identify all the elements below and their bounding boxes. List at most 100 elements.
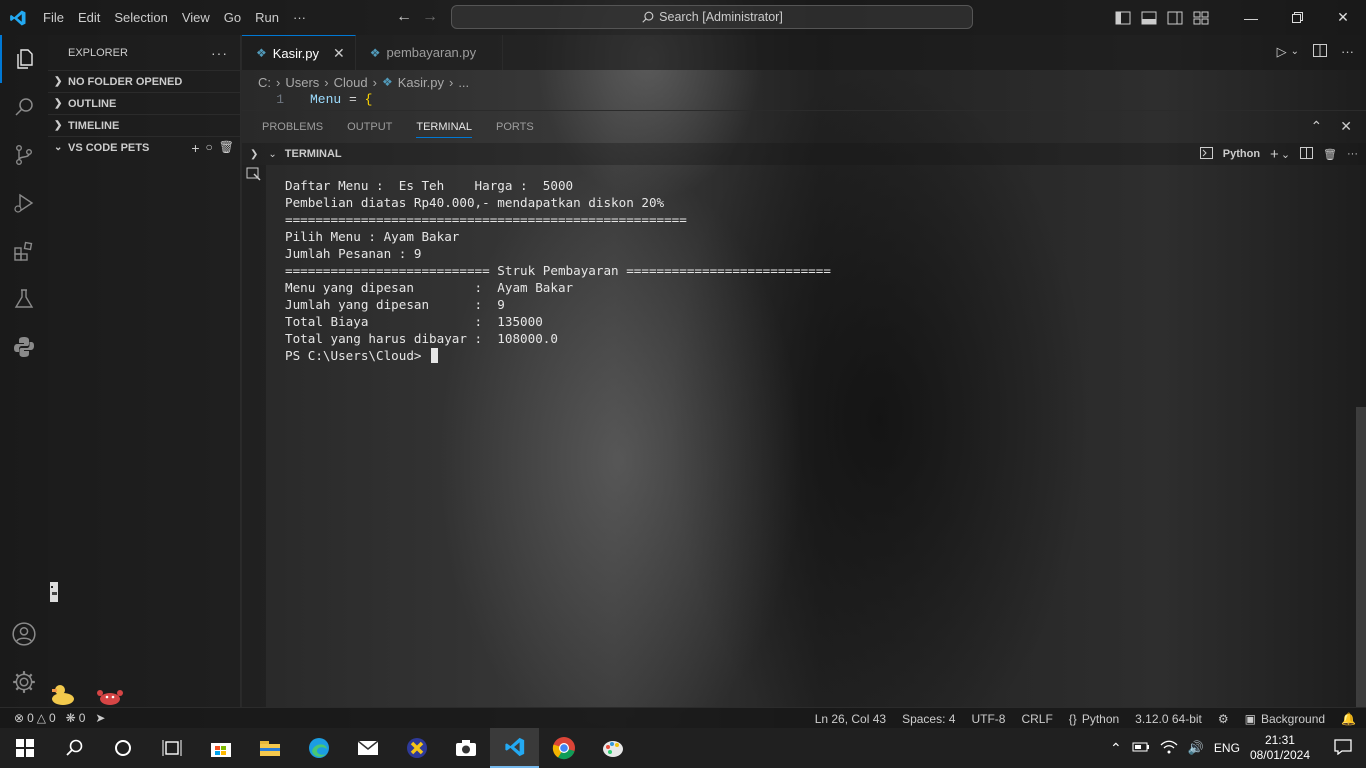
- editor-code-line[interactable]: 1 Menu = {: [242, 92, 1352, 110]
- command-center-search[interactable]: Search [Administrator]: [451, 5, 973, 29]
- clock[interactable]: 21:31 08/01/2024: [1250, 733, 1310, 763]
- breadcrumb-item[interactable]: C:: [258, 75, 271, 90]
- delete-pet-icon[interactable]: 🗑: [219, 140, 234, 156]
- terminal-scrollbar[interactable]: [1356, 407, 1366, 707]
- tab-problems[interactable]: PROBLEMS: [262, 121, 323, 133]
- menu-selection[interactable]: Selection: [107, 0, 174, 35]
- terminal-output[interactable]: Daftar Menu : Es Teh Harga : 5000 Pembeli…: [285, 177, 831, 364]
- show-hidden-icons-chevron-icon[interactable]: ⌃: [1110, 740, 1122, 757]
- menu-edit[interactable]: Edit: [71, 0, 107, 35]
- encoding[interactable]: UTF-8: [971, 712, 1005, 726]
- line-ending[interactable]: CRLF: [1021, 712, 1052, 726]
- run-dropdown-chevron-icon[interactable]: ⌄: [1291, 46, 1299, 60]
- microsoft-store-icon[interactable]: [196, 728, 245, 768]
- close-tab-icon[interactable]: ✕: [333, 45, 345, 62]
- breadcrumb-item[interactable]: ...: [458, 75, 469, 90]
- system-tray: ⌃ 🔊 ENG 21:31 08/01/2024: [1110, 728, 1366, 768]
- tab-terminal[interactable]: TERMINAL: [416, 121, 472, 138]
- input-language[interactable]: ENG: [1214, 741, 1240, 755]
- copilot-icon[interactable]: ⚙: [1218, 712, 1229, 726]
- toggle-panel-icon[interactable]: [1136, 0, 1162, 35]
- breadcrumb-item[interactable]: Cloud: [334, 75, 368, 90]
- breadcrumb-item[interactable]: Kasir.py: [398, 75, 444, 90]
- chrome-icon[interactable]: [539, 728, 588, 768]
- maximize-panel-icon[interactable]: ⌃: [1311, 118, 1323, 135]
- mail-icon[interactable]: [343, 728, 392, 768]
- terminal-shell-label[interactable]: Python: [1223, 148, 1260, 160]
- section-outline[interactable]: ❯ OUTLINE: [48, 92, 240, 114]
- accounts-icon[interactable]: [0, 610, 48, 658]
- run-python-file-icon[interactable]: ▷: [1277, 44, 1287, 60]
- ports-count: 0: [78, 711, 86, 725]
- python-icon[interactable]: [0, 323, 48, 371]
- menu-run[interactable]: Run: [248, 0, 286, 35]
- cortana-icon[interactable]: [98, 728, 147, 768]
- xampp-icon[interactable]: [392, 728, 441, 768]
- battery-icon[interactable]: [1132, 741, 1150, 756]
- editor-more-actions-icon[interactable]: ···: [1341, 44, 1354, 60]
- language-mode[interactable]: {} Python: [1069, 712, 1119, 726]
- python-interpreter[interactable]: 3.12.0 64-bit: [1135, 712, 1202, 726]
- menu-file[interactable]: File: [36, 0, 71, 35]
- testing-flask-icon[interactable]: [0, 275, 48, 323]
- background-status[interactable]: ▣ Background: [1245, 712, 1325, 726]
- edge-browser-icon[interactable]: [294, 728, 343, 768]
- task-view-icon[interactable]: [147, 728, 196, 768]
- tab-pembayaran-py[interactable]: ❖ pembayaran.py: [356, 35, 504, 70]
- terminal-header-label: TERMINAL: [284, 148, 342, 160]
- paint-icon[interactable]: [588, 728, 637, 768]
- forward-arrow-icon[interactable]: →: [422, 8, 438, 26]
- cursor-position[interactable]: Ln 26, Col 43: [815, 712, 886, 726]
- throw-ball-icon[interactable]: ○: [206, 140, 213, 156]
- search-view-icon[interactable]: [0, 83, 48, 131]
- menu-view[interactable]: View: [175, 0, 217, 35]
- vscode-taskbar-icon[interactable]: [490, 728, 539, 768]
- ports-status[interactable]: ❋ 0: [66, 711, 86, 725]
- more-actions-icon[interactable]: ···: [211, 45, 228, 61]
- problems-status[interactable]: ⊗ 0 △ 0: [14, 711, 56, 725]
- volume-icon[interactable]: 🔊: [1188, 740, 1204, 756]
- run-terminal-icon[interactable]: ➤: [95, 711, 105, 725]
- activity-bar: [0, 35, 48, 707]
- add-pet-icon[interactable]: +: [191, 140, 199, 156]
- minimize-button[interactable]: —: [1228, 0, 1274, 35]
- customize-layout-icon[interactable]: [1188, 0, 1214, 35]
- notification-center-icon[interactable]: [1334, 738, 1352, 758]
- back-arrow-icon[interactable]: ←: [396, 8, 412, 26]
- file-explorer-icon[interactable]: [245, 728, 294, 768]
- menu-go[interactable]: Go: [217, 0, 248, 35]
- split-terminal-icon[interactable]: [1300, 146, 1314, 162]
- section-vscode-pets[interactable]: ⌄ VS CODE PETS + ○ 🗑: [48, 136, 240, 158]
- section-timeline[interactable]: ❯ TIMELINE: [48, 114, 240, 136]
- close-panel-icon[interactable]: ✕: [1340, 118, 1352, 135]
- terminal-dropdown-icon[interactable]: ⌄: [1281, 148, 1290, 161]
- kill-terminal-icon[interactable]: 🗑: [1323, 148, 1337, 161]
- explorer-icon[interactable]: [0, 35, 48, 83]
- tab-output[interactable]: OUTPUT: [347, 121, 392, 133]
- toggle-sidebar-icon[interactable]: [1110, 0, 1136, 35]
- extensions-icon[interactable]: [0, 227, 48, 275]
- taskbar-search-icon[interactable]: [49, 728, 98, 768]
- close-window-button[interactable]: ✕: [1320, 0, 1366, 35]
- start-button[interactable]: [0, 728, 49, 768]
- chevron-down-icon[interactable]: ⌄: [268, 149, 276, 160]
- terminal-command-icon[interactable]: [246, 167, 262, 183]
- network-icon[interactable]: [1160, 740, 1178, 757]
- indentation[interactable]: Spaces: 4: [902, 712, 955, 726]
- section-no-folder-opened[interactable]: ❯ NO FOLDER OPENED: [48, 70, 240, 92]
- menu-more[interactable]: ···: [286, 0, 313, 35]
- run-debug-icon[interactable]: [0, 179, 48, 227]
- source-control-icon[interactable]: [0, 131, 48, 179]
- camera-icon[interactable]: [441, 728, 490, 768]
- breadcrumb-item[interactable]: Users: [285, 75, 319, 90]
- new-terminal-icon[interactable]: +: [1270, 146, 1279, 163]
- chevron-right-icon[interactable]: ❯: [250, 149, 258, 160]
- terminal-more-icon[interactable]: ···: [1347, 148, 1358, 160]
- split-editor-icon[interactable]: [1313, 44, 1327, 60]
- toggle-secondary-sidebar-icon[interactable]: [1162, 0, 1188, 35]
- settings-gear-icon[interactable]: [0, 658, 48, 706]
- tab-ports[interactable]: PORTS: [496, 121, 534, 133]
- notifications-bell-icon[interactable]: 🔔: [1341, 712, 1356, 726]
- restore-button[interactable]: [1274, 0, 1320, 35]
- tab-kasir-py[interactable]: ❖ Kasir.py ✕: [242, 35, 356, 70]
